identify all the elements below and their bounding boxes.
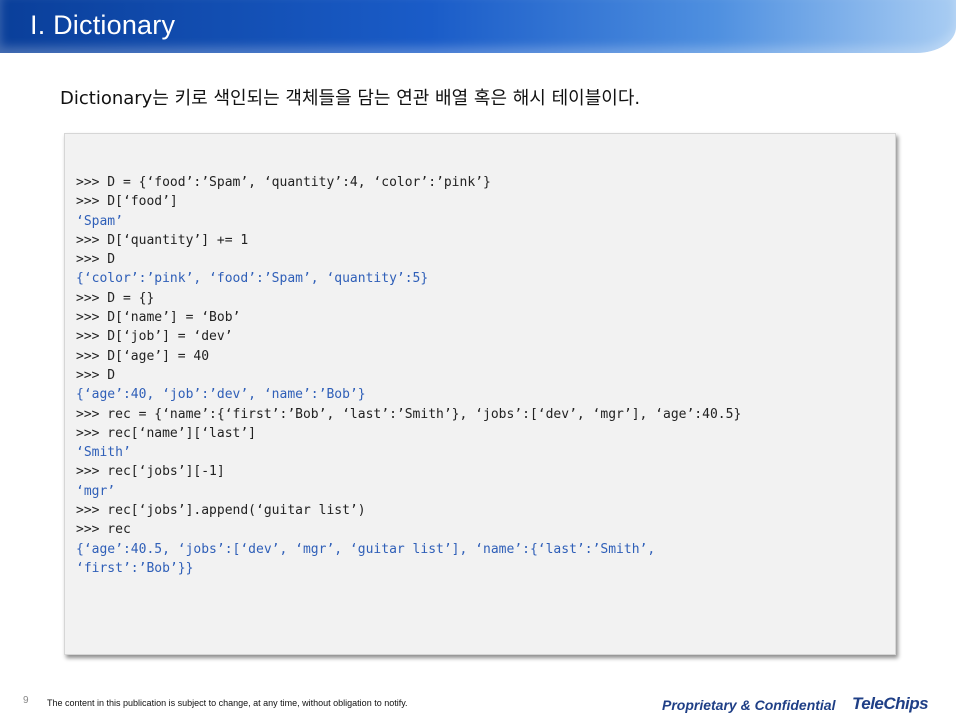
code-input-line: >>> rec = {‘name’:{‘first’:’Bob’, ‘last’…	[76, 406, 742, 422]
page-number: 9	[23, 695, 29, 706]
code-output-line: ‘Smith’	[76, 445, 131, 461]
code-output-line: ‘first’:’Bob’}}	[76, 560, 194, 576]
code-input-line: >>> rec[‘jobs’].append(‘guitar list’)	[76, 503, 366, 519]
intro-text: Dictionary는 키로 색인되는 객체들을 담는 연관 배열 혹은 해시 …	[60, 88, 641, 109]
code-input-line: >>> rec[‘jobs’][-1]	[76, 464, 225, 480]
title-bar: I. Dictionary	[0, 0, 956, 53]
code-input-line: >>> D[‘quantity’] += 1	[76, 232, 249, 248]
slide: I. Dictionary Dictionary는 키로 색인되는 객체들을 담…	[0, 0, 960, 720]
code-input-line: >>> rec[‘name’][‘last’]	[76, 425, 257, 441]
slide-title: I. Dictionary	[30, 10, 176, 40]
confidential-label: Proprietary & Confidential	[662, 697, 836, 713]
code-input-line: >>> D = {‘food’:’Spam’, ‘quantity’:4, ‘c…	[76, 175, 491, 190]
code-input-line: >>> D[‘age’] = 40	[76, 348, 210, 364]
code-lines: >>> D = {‘food’:’Spam’, ‘quantity’:4, ‘c…	[76, 173, 741, 578]
code-output-line: ‘mgr’	[76, 483, 116, 499]
code-box: >>> D = {‘food’:’Spam’, ‘quantity’:4, ‘c…	[64, 133, 896, 655]
code-input-line: >>> D	[76, 252, 116, 268]
code-input-line: >>> D = {}	[76, 290, 155, 306]
code-input-line: >>> D[‘food’]	[76, 194, 178, 210]
code-input-line: >>> D[‘name’] = ‘Bob’	[76, 310, 241, 326]
code-input-line: >>> D[‘job’] = ‘dev’	[76, 329, 233, 345]
code-output-line: {‘age’:40.5, ‘jobs’:[‘dev’, ‘mgr’, ‘guit…	[76, 541, 656, 557]
footer-notice: The content in this publication is subje…	[47, 698, 408, 708]
code-input-line: >>> D	[76, 367, 116, 383]
telechips-logo: TeleChips	[852, 694, 929, 713]
code-output-line: ‘Spam’	[76, 213, 123, 229]
code-output-line: {‘color’:’pink’, ‘food’:’Spam’, ‘quantit…	[76, 271, 429, 287]
code-input-line: >>> rec	[76, 522, 131, 538]
code-output-line: {‘age’:40, ‘job’:’dev’, ‘name’:’Bob’}	[76, 387, 366, 403]
